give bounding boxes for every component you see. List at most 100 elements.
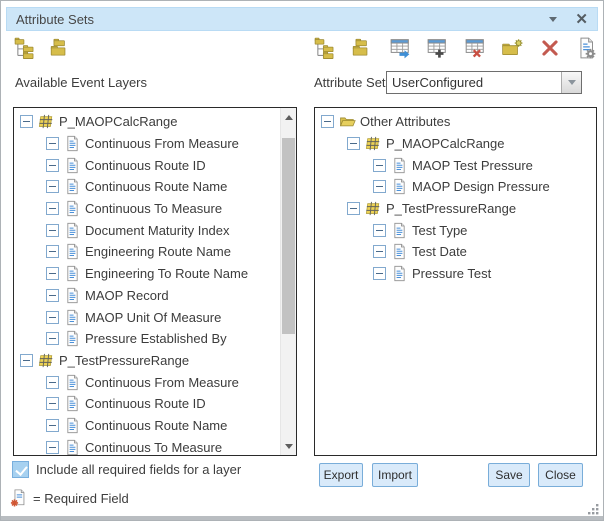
- doc-icon: [391, 243, 408, 260]
- folders-icon[interactable]: [49, 37, 71, 59]
- legend-label: = Required Field: [33, 491, 129, 506]
- tree-item-continuous-route-name[interactable]: Continuous Route Name: [14, 176, 280, 198]
- collapse-toggle-icon[interactable]: [321, 115, 334, 128]
- collapse-toggle-icon[interactable]: [373, 267, 386, 280]
- tree-item-pressure-test[interactable]: Pressure Test: [315, 263, 596, 285]
- tree-item-p-testpressurerange[interactable]: P_TestPressureRange: [315, 198, 596, 220]
- tree-item-continuous-route-id[interactable]: Continuous Route ID: [14, 154, 280, 176]
- collapse-toggle-icon[interactable]: [373, 159, 386, 172]
- attribute-set-dropdown[interactable]: UserConfigured: [386, 71, 582, 94]
- close-icon[interactable]: ✕: [575, 12, 588, 27]
- tree-item-test-type[interactable]: Test Type: [315, 219, 596, 241]
- tree-folders-icon[interactable]: [14, 37, 36, 59]
- doc-icon: [64, 135, 81, 152]
- doc-icon: [391, 157, 408, 174]
- tree-item-p-maopcalcrange[interactable]: P_MAOPCalcRange: [14, 111, 280, 133]
- tree-item-continuous-from-measure[interactable]: Continuous From Measure: [14, 371, 280, 393]
- table-add-icon[interactable]: [426, 37, 448, 59]
- tree-item-test-date[interactable]: Test Date: [315, 241, 596, 263]
- collapse-toggle-icon[interactable]: [46, 441, 59, 454]
- resize-grip-icon[interactable]: [587, 502, 599, 514]
- folders-icon[interactable]: [351, 37, 373, 59]
- toolbar-right: [314, 37, 598, 59]
- collapse-toggle-icon[interactable]: [46, 245, 59, 258]
- save-button[interactable]: Save: [488, 463, 530, 487]
- tree-item-engineering-route-name[interactable]: Engineering Route Name: [14, 241, 280, 263]
- tree-item-label: Test Type: [412, 223, 467, 238]
- include-required-fields-checkbox[interactable]: [12, 461, 29, 478]
- collapse-toggle-icon[interactable]: [46, 224, 59, 237]
- tree-item-p-maopcalcrange[interactable]: P_MAOPCalcRange: [315, 133, 596, 155]
- tree-item-label: Pressure Test: [412, 266, 491, 281]
- attribute-set-value: UserConfigured: [387, 72, 561, 93]
- collapse-toggle-icon[interactable]: [46, 397, 59, 410]
- tree-folders-icon[interactable]: [314, 37, 336, 59]
- doc-gear-icon[interactable]: [576, 37, 598, 59]
- required-field-legend: = Required Field: [10, 488, 129, 508]
- collapse-toggle-icon[interactable]: [347, 137, 360, 150]
- scroll-up-icon[interactable]: [281, 109, 296, 125]
- tree-item-label: MAOP Record: [85, 288, 169, 303]
- checkbox-label: Include all required fields for a layer: [36, 462, 241, 477]
- tree-item-label: MAOP Unit Of Measure: [85, 310, 221, 325]
- collapse-toggle-icon[interactable]: [46, 419, 59, 432]
- tree-item-label: P_TestPressureRange: [386, 201, 516, 216]
- red-x-icon[interactable]: [539, 37, 561, 59]
- vertical-scrollbar[interactable]: [280, 108, 296, 455]
- folder-new-icon[interactable]: [501, 37, 523, 59]
- collapse-toggle-icon[interactable]: [46, 267, 59, 280]
- collapse-toggle-icon[interactable]: [347, 202, 360, 215]
- table-export-icon[interactable]: [389, 37, 411, 59]
- collapse-toggle-icon[interactable]: [46, 289, 59, 302]
- doc-icon: [64, 157, 81, 174]
- tree-item-p-testpressurerange[interactable]: P_TestPressureRange: [14, 350, 280, 372]
- export-button[interactable]: Export: [319, 463, 363, 487]
- collapse-toggle-icon[interactable]: [46, 332, 59, 345]
- tree-item-label: Pressure Established By: [85, 331, 227, 346]
- collapse-toggle-icon[interactable]: [373, 180, 386, 193]
- tree-item-document-maturity-index[interactable]: Document Maturity Index: [14, 219, 280, 241]
- collapse-toggle-icon[interactable]: [46, 180, 59, 193]
- window-bottom-edge: [1, 516, 603, 520]
- collapse-toggle-icon[interactable]: [46, 202, 59, 215]
- titlebar: Attribute Sets ✕: [6, 7, 598, 31]
- close-button[interactable]: Close: [538, 463, 583, 487]
- tree-item-engineering-to-route-name[interactable]: Engineering To Route Name: [14, 263, 280, 285]
- layer-icon: [365, 200, 382, 217]
- table-delete-icon[interactable]: [464, 37, 486, 59]
- collapse-toggle-icon[interactable]: [46, 159, 59, 172]
- tree-item-label: Continuous Route ID: [85, 158, 206, 173]
- attribute-sets-dialog: Attribute Sets ✕ Available Event Layers …: [0, 0, 604, 521]
- available-event-layers-label: Available Event Layers: [15, 75, 147, 90]
- tree-item-other-attributes[interactable]: Other Attributes: [315, 111, 596, 133]
- chevron-down-icon[interactable]: [547, 13, 559, 25]
- folder-open-icon: [339, 113, 356, 130]
- tree-item-continuous-route-id[interactable]: Continuous Route ID: [14, 393, 280, 415]
- tree-item-maop-test-pressure[interactable]: MAOP Test Pressure: [315, 154, 596, 176]
- tree-item-maop-record[interactable]: MAOP Record: [14, 285, 280, 307]
- scroll-down-icon[interactable]: [281, 438, 296, 454]
- tree-item-label: Other Attributes: [360, 114, 450, 129]
- dialog-title: Attribute Sets: [16, 12, 94, 27]
- collapse-toggle-icon[interactable]: [20, 115, 33, 128]
- collapse-toggle-icon[interactable]: [46, 137, 59, 150]
- tree-item-continuous-to-measure[interactable]: Continuous To Measure: [14, 436, 280, 455]
- collapse-toggle-icon[interactable]: [373, 224, 386, 237]
- import-button[interactable]: Import: [372, 463, 418, 487]
- tree-item-continuous-from-measure[interactable]: Continuous From Measure: [14, 133, 280, 155]
- required-field-icon: [10, 488, 28, 508]
- collapse-toggle-icon[interactable]: [20, 354, 33, 367]
- tree-item-maop-design-pressure[interactable]: MAOP Design Pressure: [315, 176, 596, 198]
- tree-item-continuous-route-name[interactable]: Continuous Route Name: [14, 415, 280, 437]
- tree-item-continuous-to-measure[interactable]: Continuous To Measure: [14, 198, 280, 220]
- doc-icon: [64, 374, 81, 391]
- tree-item-label: Continuous Route Name: [85, 179, 227, 194]
- collapse-toggle-icon[interactable]: [46, 311, 59, 324]
- collapse-toggle-icon[interactable]: [46, 376, 59, 389]
- scrollbar-thumb[interactable]: [282, 138, 295, 334]
- collapse-toggle-icon[interactable]: [373, 245, 386, 258]
- tree-item-maop-unit-of-measure[interactable]: MAOP Unit Of Measure: [14, 306, 280, 328]
- chevron-down-icon[interactable]: [561, 72, 581, 93]
- attribute-set-tree: Other Attributes P_MAOPCalcRangeMAOP Test…: [315, 108, 596, 455]
- tree-item-pressure-established-by[interactable]: Pressure Established By: [14, 328, 280, 350]
